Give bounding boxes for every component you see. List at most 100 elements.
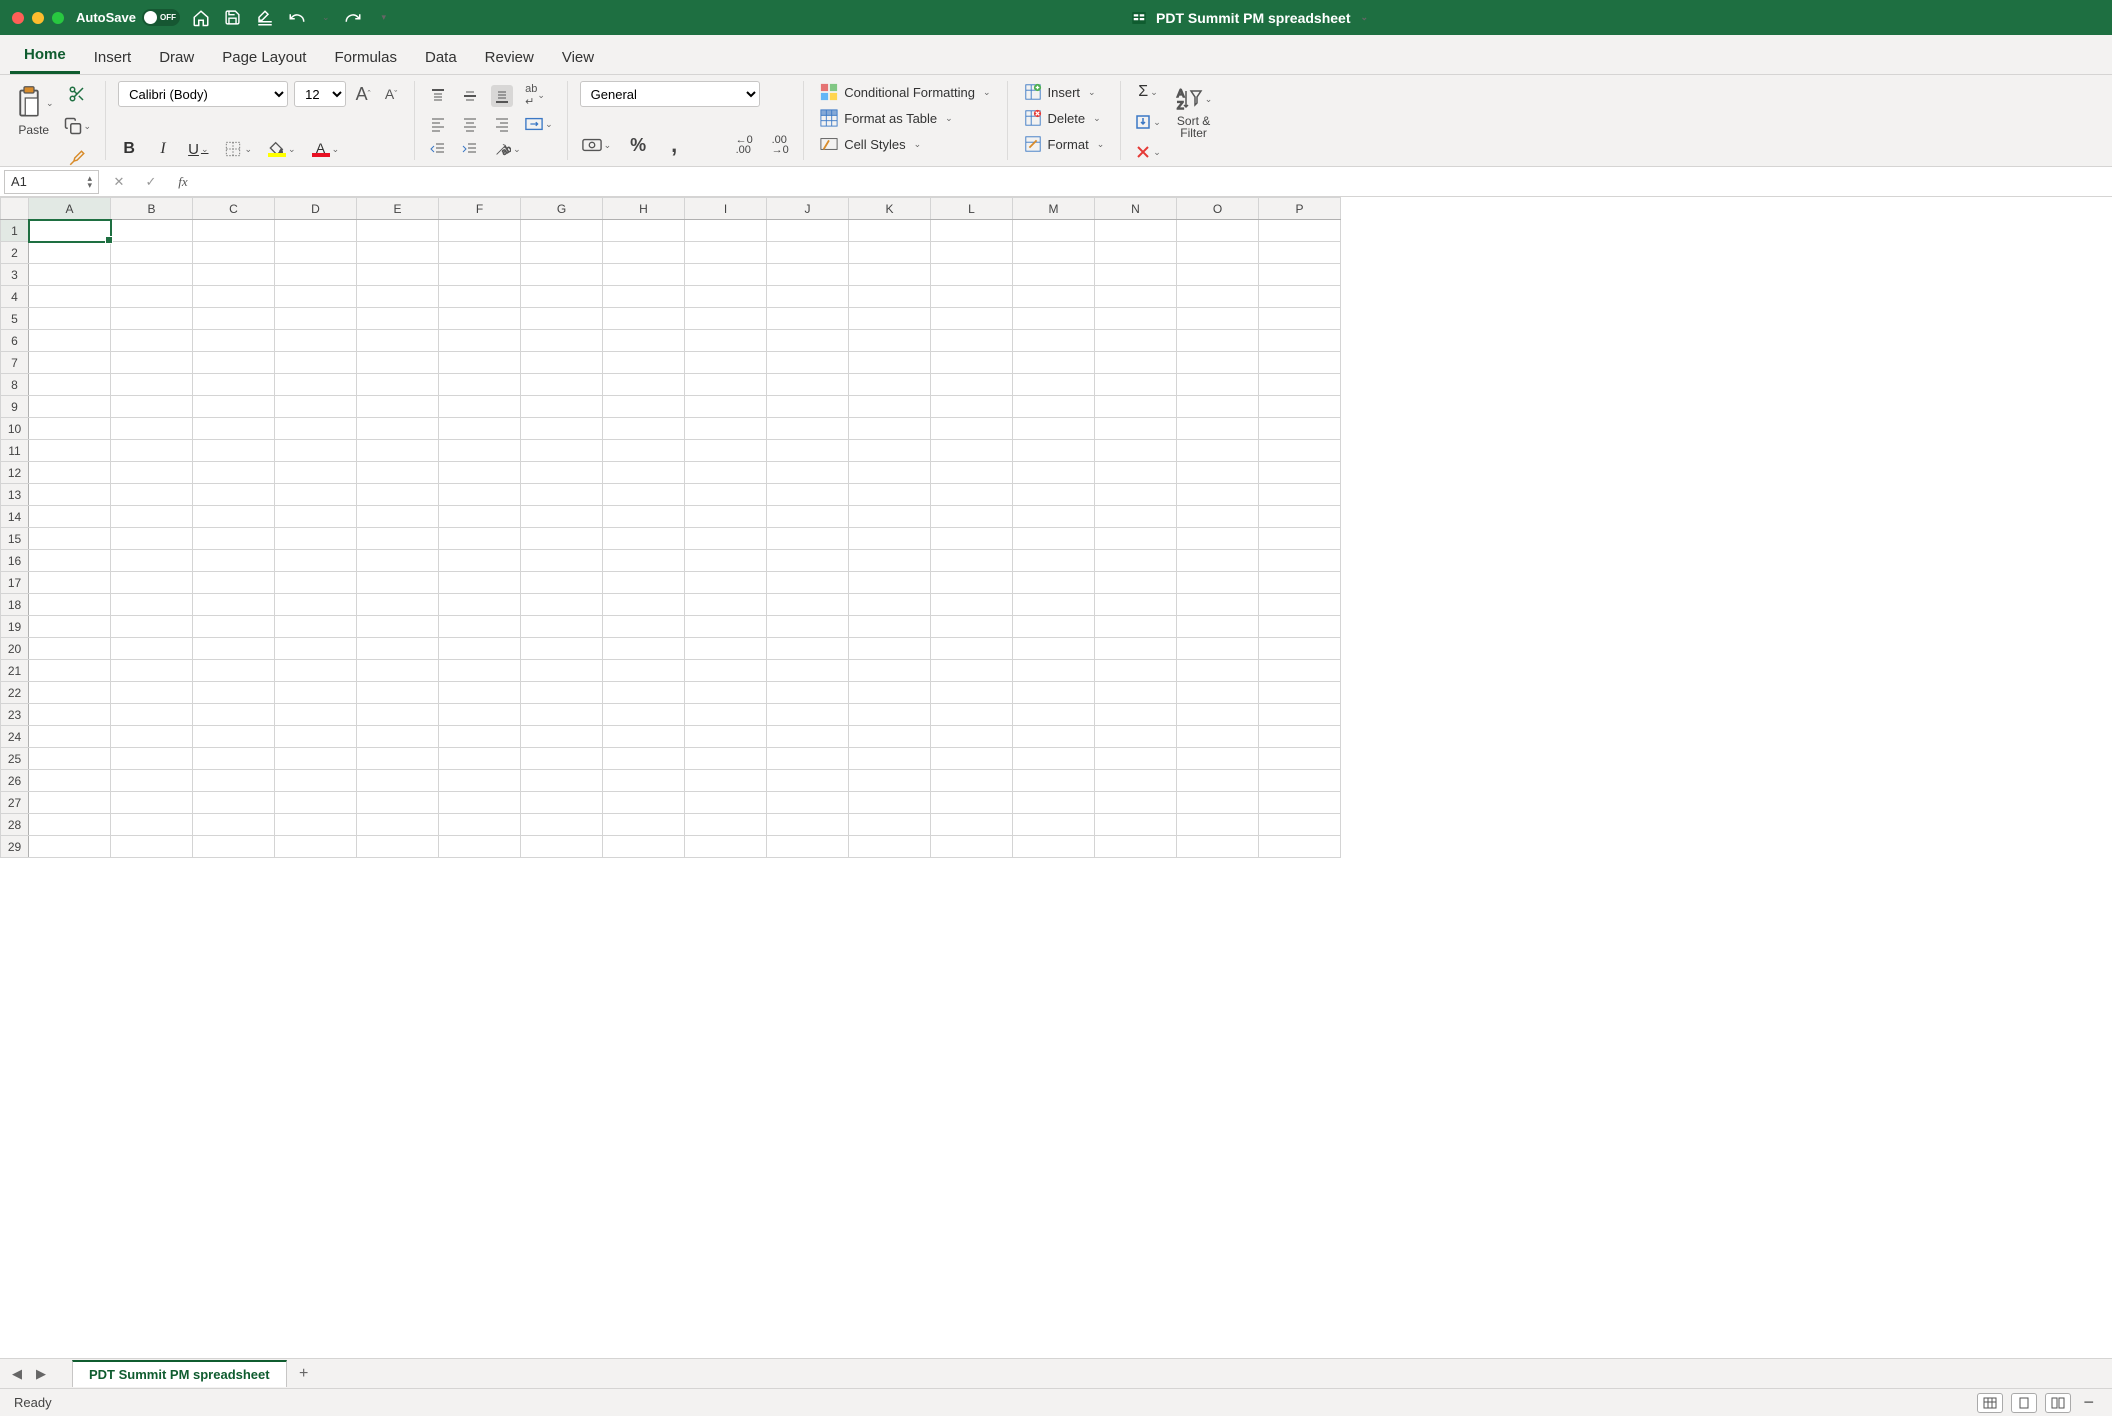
cell-N17[interactable] (1095, 572, 1177, 594)
cell-A28[interactable] (29, 814, 111, 836)
cell-D18[interactable] (275, 594, 357, 616)
cell-B15[interactable] (111, 528, 193, 550)
decrease-font-button[interactable]: Aˇ (380, 83, 402, 105)
cell-H19[interactable] (603, 616, 685, 638)
cell-N18[interactable] (1095, 594, 1177, 616)
cell-J2[interactable] (767, 242, 849, 264)
cell-N26[interactable] (1095, 770, 1177, 792)
cell-K19[interactable] (849, 616, 931, 638)
cell-H12[interactable] (603, 462, 685, 484)
italic-button[interactable]: I (152, 138, 174, 160)
column-header-P[interactable]: P (1259, 198, 1341, 220)
tab-review[interactable]: Review (471, 41, 548, 74)
cell-B22[interactable] (111, 682, 193, 704)
cell-F22[interactable] (439, 682, 521, 704)
cell-A15[interactable] (29, 528, 111, 550)
cell-F25[interactable] (439, 748, 521, 770)
cell-E23[interactable] (357, 704, 439, 726)
cell-M27[interactable] (1013, 792, 1095, 814)
cell-L13[interactable] (931, 484, 1013, 506)
cell-B11[interactable] (111, 440, 193, 462)
cell-E16[interactable] (357, 550, 439, 572)
row-header-28[interactable]: 28 (1, 814, 29, 836)
underline-button[interactable]: U⌄ (186, 138, 210, 160)
cell-P2[interactable] (1259, 242, 1341, 264)
cell-D11[interactable] (275, 440, 357, 462)
cell-G5[interactable] (521, 308, 603, 330)
cell-A20[interactable] (29, 638, 111, 660)
cell-F3[interactable] (439, 264, 521, 286)
cell-A27[interactable] (29, 792, 111, 814)
cell-H15[interactable] (603, 528, 685, 550)
row-header-15[interactable]: 15 (1, 528, 29, 550)
minimize-window-button[interactable] (32, 12, 44, 24)
cell-E12[interactable] (357, 462, 439, 484)
row-header-2[interactable]: 2 (1, 242, 29, 264)
cell-O10[interactable] (1177, 418, 1259, 440)
cell-N25[interactable] (1095, 748, 1177, 770)
cell-M16[interactable] (1013, 550, 1095, 572)
cell-C3[interactable] (193, 264, 275, 286)
cell-E25[interactable] (357, 748, 439, 770)
format-as-table-button[interactable]: Format as Table⌄ (816, 107, 994, 129)
cell-I3[interactable] (685, 264, 767, 286)
cell-A1[interactable] (29, 220, 111, 242)
column-header-L[interactable]: L (931, 198, 1013, 220)
cell-N5[interactable] (1095, 308, 1177, 330)
cell-H1[interactable] (603, 220, 685, 242)
cell-B8[interactable] (111, 374, 193, 396)
cell-K27[interactable] (849, 792, 931, 814)
cell-N19[interactable] (1095, 616, 1177, 638)
cell-M2[interactable] (1013, 242, 1095, 264)
row-header-25[interactable]: 25 (1, 748, 29, 770)
format-cells-button[interactable]: Format⌄ (1020, 133, 1109, 155)
insert-function-button[interactable]: fx (173, 174, 193, 190)
decrease-decimal-button[interactable]: .00→0 (769, 133, 791, 157)
undo-icon[interactable] (288, 9, 306, 27)
cell-C8[interactable] (193, 374, 275, 396)
cell-G1[interactable] (521, 220, 603, 242)
cell-E24[interactable] (357, 726, 439, 748)
cell-A29[interactable] (29, 836, 111, 858)
cell-F7[interactable] (439, 352, 521, 374)
cell-N29[interactable] (1095, 836, 1177, 858)
formula-input[interactable] (205, 171, 2102, 193)
cell-C17[interactable] (193, 572, 275, 594)
cell-D12[interactable] (275, 462, 357, 484)
cell-J1[interactable] (767, 220, 849, 242)
cell-M15[interactable] (1013, 528, 1095, 550)
cell-H9[interactable] (603, 396, 685, 418)
cell-G16[interactable] (521, 550, 603, 572)
cell-styles-button[interactable]: Cell Styles⌄ (816, 133, 994, 155)
cell-M5[interactable] (1013, 308, 1095, 330)
cell-K18[interactable] (849, 594, 931, 616)
cell-A5[interactable] (29, 308, 111, 330)
conditional-formatting-button[interactable]: Conditional Formatting⌄ (816, 81, 994, 103)
row-header-14[interactable]: 14 (1, 506, 29, 528)
cell-J18[interactable] (767, 594, 849, 616)
cell-M21[interactable] (1013, 660, 1095, 682)
column-header-C[interactable]: C (193, 198, 275, 220)
cell-D28[interactable] (275, 814, 357, 836)
cell-K8[interactable] (849, 374, 931, 396)
cell-D21[interactable] (275, 660, 357, 682)
increase-decimal-button[interactable]: ←0.00 (733, 133, 755, 157)
cell-M4[interactable] (1013, 286, 1095, 308)
cell-I24[interactable] (685, 726, 767, 748)
cell-N1[interactable] (1095, 220, 1177, 242)
cell-G11[interactable] (521, 440, 603, 462)
cell-I23[interactable] (685, 704, 767, 726)
cell-B1[interactable] (111, 220, 193, 242)
cell-K16[interactable] (849, 550, 931, 572)
close-window-button[interactable] (12, 12, 24, 24)
cell-C21[interactable] (193, 660, 275, 682)
row-header-10[interactable]: 10 (1, 418, 29, 440)
cell-I16[interactable] (685, 550, 767, 572)
cell-A6[interactable] (29, 330, 111, 352)
cell-N15[interactable] (1095, 528, 1177, 550)
cell-E1[interactable] (357, 220, 439, 242)
cell-H28[interactable] (603, 814, 685, 836)
cell-L5[interactable] (931, 308, 1013, 330)
cell-L22[interactable] (931, 682, 1013, 704)
column-header-F[interactable]: F (439, 198, 521, 220)
